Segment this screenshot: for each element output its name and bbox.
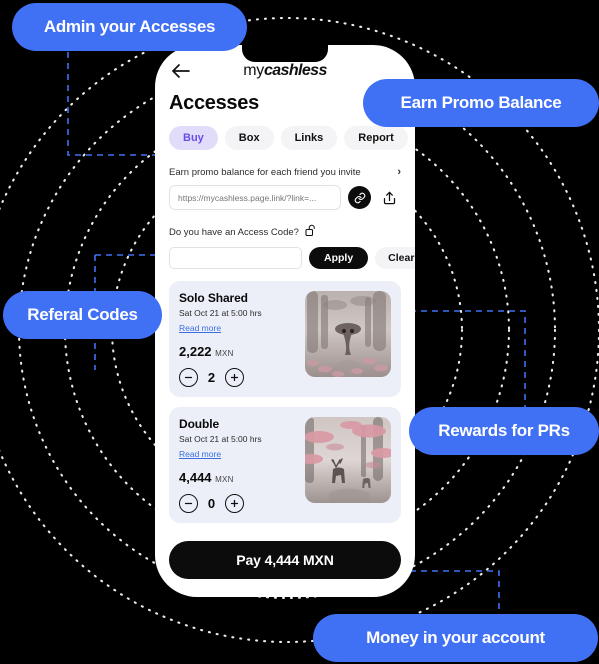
- tab-bar: Buy Box Links Report: [169, 126, 408, 150]
- product-price-value: 4,444: [179, 470, 212, 485]
- access-code-label-row: Do you have an Access Code?: [169, 224, 401, 240]
- share-icon[interactable]: [378, 186, 401, 209]
- product-thumbnail: [305, 291, 391, 377]
- access-code-row: Apply Clear: [169, 247, 415, 269]
- increment-button[interactable]: [225, 494, 244, 513]
- product-thumbnail: [305, 417, 391, 503]
- read-more-link[interactable]: Read more: [179, 323, 221, 333]
- tab-buy[interactable]: Buy: [169, 126, 218, 150]
- product-currency: MXN: [215, 475, 234, 484]
- referral-link-input[interactable]: [169, 185, 341, 210]
- pay-button-area: Pay 4,444 MXN: [169, 533, 401, 597]
- quantity-value: 0: [207, 496, 216, 511]
- decrement-button[interactable]: [179, 368, 198, 387]
- product-currency: MXN: [215, 349, 234, 358]
- pay-button[interactable]: Pay 4,444 MXN: [169, 541, 401, 579]
- phone-notch: [242, 45, 328, 62]
- decrement-button[interactable]: [179, 494, 198, 513]
- product-price-value: 2,222: [179, 344, 212, 359]
- tab-report[interactable]: Report: [344, 126, 408, 150]
- phone-screen: mycashless Accesses Buy Box Links Report…: [155, 45, 415, 597]
- quantity-value: 2: [207, 370, 216, 385]
- quantity-stepper: 2: [179, 368, 305, 387]
- access-code-label: Do you have an Access Code?: [169, 226, 299, 238]
- app-brand-logo: mycashless: [243, 62, 327, 80]
- copy-link-icon[interactable]: [348, 186, 371, 209]
- product-date: Sat Oct 21 at 5:00 hrs: [179, 434, 262, 444]
- product-price: 2,222 MXN: [179, 344, 305, 359]
- apply-button[interactable]: Apply: [309, 247, 369, 269]
- brand-prefix: my: [243, 62, 264, 79]
- increment-button[interactable]: [225, 368, 244, 387]
- brand-suffix: cashless: [263, 62, 327, 79]
- callout-earn-promo-balance[interactable]: Earn Promo Balance: [363, 79, 599, 127]
- product-title: Solo Shared: [179, 291, 248, 305]
- tab-box[interactable]: Box: [224, 126, 274, 150]
- quantity-stepper: 0: [179, 494, 305, 513]
- chevron-right-icon[interactable]: ›: [391, 166, 401, 178]
- promo-banner-row[interactable]: Earn promo balance for each friend you i…: [169, 166, 401, 178]
- unlocked-padlock-icon: [305, 224, 317, 240]
- phone-mockup: mycashless Accesses Buy Box Links Report…: [155, 45, 415, 597]
- product-date: Sat Oct 21 at 5:00 hrs: [179, 308, 262, 318]
- product-card[interactable]: Solo Shared Sat Oct 21 at 5:00 hrs Read …: [169, 281, 401, 397]
- referral-link-row: [169, 185, 401, 210]
- product-title: Double: [179, 417, 220, 431]
- callout-rewards-for-prs[interactable]: Rewards for PRs: [409, 407, 599, 455]
- callout-referal-codes[interactable]: Referal Codes: [3, 291, 162, 339]
- product-price: 4,444 MXN: [179, 470, 305, 485]
- tab-links[interactable]: Links: [280, 126, 338, 150]
- back-arrow-icon[interactable]: [169, 59, 193, 83]
- clear-button[interactable]: Clear: [375, 247, 415, 269]
- promo-description: Earn promo balance for each friend you i…: [169, 166, 361, 178]
- product-card[interactable]: Double Sat Oct 21 at 5:00 hrs Read more …: [169, 407, 401, 523]
- read-more-link[interactable]: Read more: [179, 449, 221, 459]
- callout-money-in-your-account[interactable]: Money in your account: [313, 614, 598, 662]
- callout-admin-your-accesses[interactable]: Admin your Accesses: [12, 3, 247, 51]
- product-info: Solo Shared Sat Oct 21 at 5:00 hrs Read …: [179, 291, 305, 387]
- access-code-input[interactable]: [169, 247, 302, 269]
- page-root: mycashless Accesses Buy Box Links Report…: [0, 0, 599, 664]
- product-info: Double Sat Oct 21 at 5:00 hrs Read more …: [179, 417, 305, 513]
